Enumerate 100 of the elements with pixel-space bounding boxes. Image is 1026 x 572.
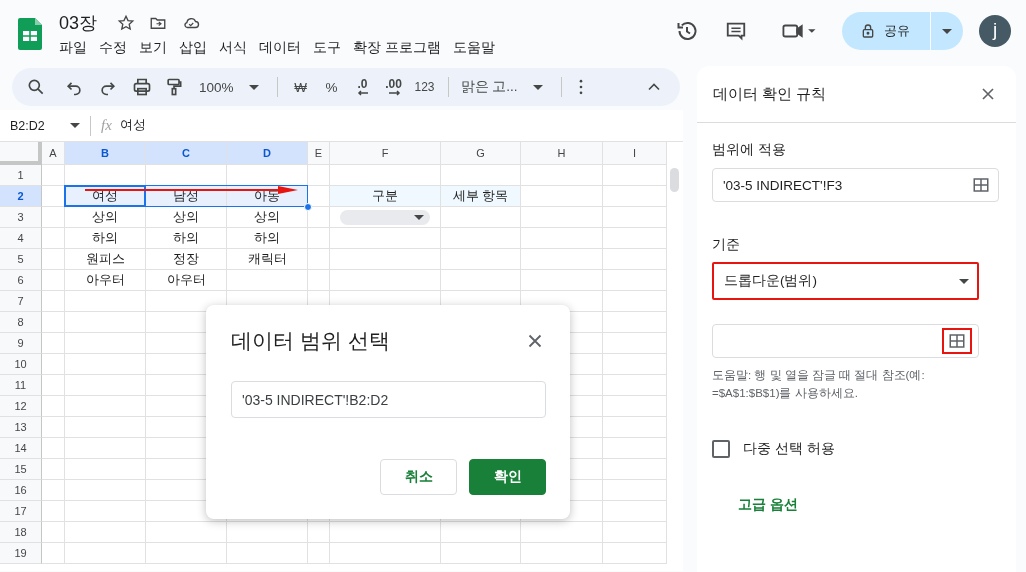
empty-cell[interactable]	[330, 522, 441, 543]
row-header[interactable]: 3	[0, 207, 42, 228]
empty-cell[interactable]	[521, 522, 603, 543]
column-header[interactable]: D	[227, 142, 308, 165]
empty-cell[interactable]	[521, 207, 603, 228]
empty-cell[interactable]	[603, 354, 667, 375]
row-header[interactable]: 2	[0, 186, 42, 207]
menu-item[interactable]: 수정	[93, 37, 133, 59]
empty-cell[interactable]	[308, 270, 330, 291]
column-header[interactable]: G	[441, 142, 521, 165]
empty-cell[interactable]	[603, 522, 667, 543]
share-menu-button[interactable]	[930, 12, 963, 50]
caret-icon[interactable]	[70, 123, 80, 128]
row-header[interactable]: 18	[0, 522, 42, 543]
decrease-decimal-button[interactable]: .0	[348, 73, 377, 101]
empty-cell[interactable]	[308, 543, 330, 564]
empty-cell[interactable]	[521, 270, 603, 291]
empty-cell[interactable]	[603, 417, 667, 438]
empty-cell[interactable]	[308, 207, 330, 228]
paint-format-icon[interactable]	[164, 77, 184, 97]
percent-button[interactable]: %	[317, 73, 346, 101]
row-header[interactable]: 5	[0, 249, 42, 270]
empty-cell[interactable]	[65, 543, 146, 564]
font-dropdown[interactable]: 맑은 고...	[457, 73, 521, 101]
empty-cell[interactable]	[521, 543, 603, 564]
advanced-options-link[interactable]: 고급 옵션	[738, 496, 798, 514]
print-icon[interactable]	[132, 77, 152, 97]
star-icon[interactable]	[117, 14, 136, 32]
empty-cell[interactable]	[227, 522, 308, 543]
empty-cell[interactable]	[330, 249, 441, 270]
select-range-button[interactable]	[944, 330, 970, 352]
empty-cell[interactable]	[65, 417, 146, 438]
empty-cell[interactable]	[603, 186, 667, 207]
document-title[interactable]: 03장	[59, 11, 98, 35]
empty-cell[interactable]	[441, 270, 521, 291]
source-range-field[interactable]	[712, 324, 979, 358]
menu-item[interactable]: 삽입	[173, 37, 213, 59]
empty-cell[interactable]	[65, 522, 146, 543]
empty-cell[interactable]	[146, 543, 227, 564]
empty-cell[interactable]	[330, 228, 441, 249]
menu-item[interactable]: 서식	[213, 37, 253, 59]
empty-cell[interactable]	[603, 291, 667, 312]
menu-item[interactable]: 도움말	[446, 37, 501, 59]
row-header[interactable]: 11	[0, 375, 42, 396]
row-header[interactable]: 13	[0, 417, 42, 438]
menu-item[interactable]: 보기	[133, 37, 173, 59]
table-cell[interactable]	[330, 207, 441, 228]
empty-cell[interactable]	[603, 333, 667, 354]
empty-cell[interactable]	[65, 438, 146, 459]
menu-item[interactable]: 도구	[307, 37, 347, 59]
column-header[interactable]: F	[330, 142, 441, 165]
column-header[interactable]: I	[603, 142, 667, 165]
empty-cell[interactable]	[146, 522, 227, 543]
cancel-button[interactable]: 취소	[380, 459, 457, 495]
empty-cell[interactable]	[603, 270, 667, 291]
row-header[interactable]: 14	[0, 438, 42, 459]
empty-cell[interactable]	[227, 270, 308, 291]
empty-cell[interactable]	[521, 228, 603, 249]
empty-cell[interactable]	[65, 375, 146, 396]
empty-cell[interactable]	[441, 543, 521, 564]
sheets-logo[interactable]	[18, 18, 42, 50]
zoom-dropdown[interactable]: 100%	[196, 73, 237, 101]
column-header[interactable]: E	[308, 142, 330, 165]
account-avatar[interactable]: j	[979, 15, 1011, 47]
empty-cell[interactable]	[330, 543, 441, 564]
share-button[interactable]: 공유	[842, 12, 930, 50]
empty-cell[interactable]	[441, 522, 521, 543]
empty-cell[interactable]	[308, 249, 330, 270]
empty-cell[interactable]	[603, 501, 667, 522]
name-box[interactable]: B2:D2	[10, 118, 70, 133]
column-header[interactable]: A	[42, 142, 65, 165]
row-header[interactable]: 15	[0, 459, 42, 480]
empty-cell[interactable]	[227, 543, 308, 564]
empty-cell[interactable]	[603, 249, 667, 270]
formula-value[interactable]: 여성	[119, 117, 146, 134]
empty-cell[interactable]	[65, 480, 146, 501]
history-icon[interactable]	[675, 19, 699, 43]
empty-cell[interactable]	[603, 543, 667, 564]
row-header[interactable]: 8	[0, 312, 42, 333]
range-input[interactable]: '03-5 INDIRECT'!B2:D2	[231, 381, 546, 418]
row-header[interactable]: 16	[0, 480, 42, 501]
currency-button[interactable]: ₩	[286, 73, 315, 101]
empty-cell[interactable]	[603, 438, 667, 459]
column-header[interactable]: B	[65, 142, 146, 165]
row-header[interactable]: 17	[0, 501, 42, 522]
criteria-dropdown[interactable]: 드롭다운(범위)	[712, 262, 979, 300]
empty-cell[interactable]	[65, 459, 146, 480]
row-header[interactable]: 6	[0, 270, 42, 291]
menu-item[interactable]: 데이터	[253, 37, 307, 59]
empty-cell[interactable]	[603, 396, 667, 417]
row-header[interactable]: 12	[0, 396, 42, 417]
column-header[interactable]: C	[146, 142, 227, 165]
empty-cell[interactable]	[308, 522, 330, 543]
empty-cell[interactable]	[65, 501, 146, 522]
empty-cell[interactable]	[603, 228, 667, 249]
select-all-corner[interactable]	[0, 142, 42, 165]
column-header[interactable]: H	[521, 142, 603, 165]
comment-icon[interactable]	[725, 20, 747, 42]
empty-cell[interactable]	[441, 249, 521, 270]
row-header[interactable]: 9	[0, 333, 42, 354]
